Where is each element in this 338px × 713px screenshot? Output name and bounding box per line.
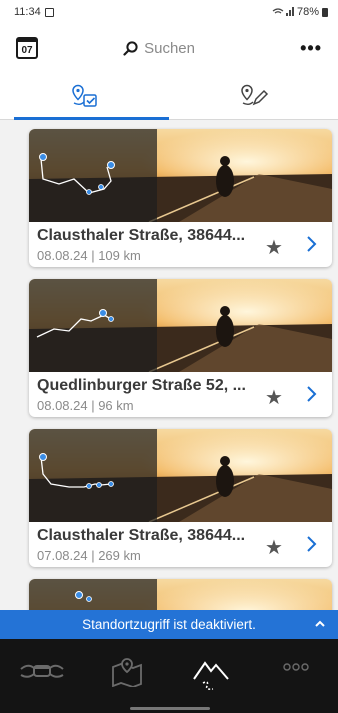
calendar-day: 07 <box>21 44 33 56</box>
search-field[interactable]: Suchen <box>123 40 195 57</box>
wifi-signal-icon <box>272 7 294 16</box>
route-edit-icon <box>240 84 268 105</box>
favorite-star-icon[interactable]: ★ <box>265 535 283 560</box>
route-meta: 07.08.24 | 269 km <box>37 548 141 563</box>
route-title: Quedlinburger Straße 52, ... <box>37 377 246 394</box>
route-check-icon <box>71 84 97 107</box>
battery-level: 78% <box>296 6 319 18</box>
status-right: 78% <box>272 6 328 18</box>
chevron-right-icon[interactable] <box>305 533 319 555</box>
calendar-button[interactable]: 07 <box>16 37 38 59</box>
more-options-button[interactable]: ••• <box>300 39 322 57</box>
route-tabs <box>0 72 338 120</box>
route-thumbnail <box>29 129 332 222</box>
chevron-right-icon[interactable] <box>305 383 319 405</box>
search-placeholder: Suchen <box>144 39 195 57</box>
nav-item-map[interactable] <box>85 645 170 713</box>
calendar-notification-icon <box>44 7 54 17</box>
route-card[interactable]: Quedlinburger Straße 52, ... 08.08.24 | … <box>29 279 332 417</box>
status-time: 11:34 <box>14 6 41 18</box>
route-card[interactable] <box>29 579 332 610</box>
location-disabled-banner[interactable]: Standortzugriff ist deaktiviert. <box>0 610 338 639</box>
route-thumbnail <box>29 429 332 522</box>
route-thumbnail <box>29 579 332 610</box>
battery-icon <box>322 7 328 17</box>
status-left: 11:34 <box>14 6 54 18</box>
status-bar: 11:34 78% <box>0 0 338 24</box>
nav-item-more[interactable] <box>254 645 338 713</box>
banner-text: Standortzugriff ist deaktiviert. <box>82 617 256 632</box>
route-meta: 08.08.24 | 109 km <box>37 248 141 263</box>
route-card[interactable]: Clausthaler Straße, 38644... 07.08.24 | … <box>29 429 332 567</box>
route-card[interactable]: Clausthaler Straße, 38644... 08.08.24 | … <box>29 129 332 267</box>
chevron-right-icon[interactable] <box>305 233 319 255</box>
more-dots-icon <box>283 663 309 671</box>
route-title: Clausthaler Straße, 38644... <box>37 527 246 544</box>
search-icon <box>123 40 138 56</box>
mountain-route-icon <box>193 661 230 690</box>
bottom-navigation <box>0 639 338 713</box>
route-title: Clausthaler Straße, 38644... <box>37 227 246 244</box>
tab-edit-routes[interactable] <box>169 72 338 119</box>
route-thumbnail <box>29 279 332 372</box>
motorcycle-handlebar-icon <box>20 664 64 678</box>
map-pin-icon <box>111 658 142 687</box>
nav-item-routes[interactable] <box>169 645 254 713</box>
home-indicator[interactable] <box>130 707 210 710</box>
tab-planned-routes[interactable] <box>0 72 169 120</box>
top-bar: 07 Suchen ••• <box>0 24 338 72</box>
route-list: Clausthaler Straße, 38644... 08.08.24 | … <box>0 120 338 610</box>
favorite-star-icon[interactable]: ★ <box>265 385 283 410</box>
route-meta: 08.08.24 | 96 km <box>37 398 134 413</box>
favorite-star-icon[interactable]: ★ <box>265 235 283 260</box>
nav-item-ride[interactable] <box>0 645 85 713</box>
chevron-up-icon[interactable] <box>314 619 326 629</box>
